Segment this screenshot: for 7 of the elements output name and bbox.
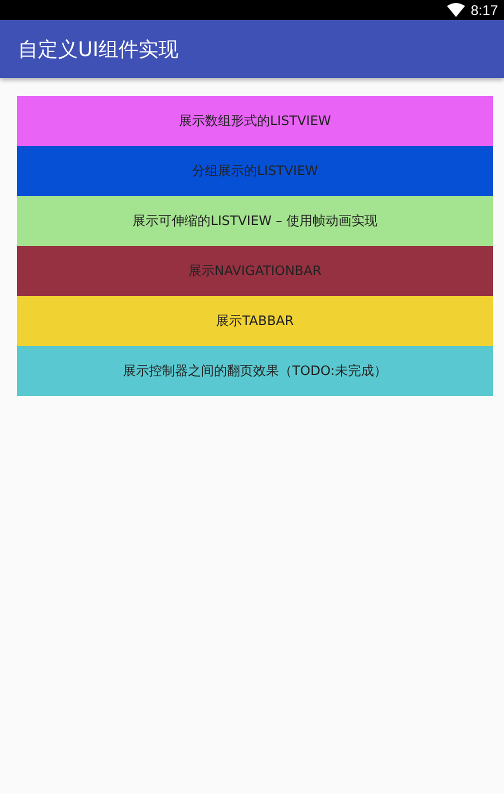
menu-button[interactable]: 展示控制器之间的翻页效果（TODO:未完成） <box>17 346 493 396</box>
clock: 8:17 <box>470 2 498 18</box>
wifi-icon <box>446 3 465 17</box>
menu-button[interactable]: 展示可伸缩的LISTVIEW – 使用帧动画实现 <box>17 196 493 246</box>
menu-button[interactable]: 展示数组形式的LISTVIEW <box>17 96 493 146</box>
app-title: 自定义UI组件实现 <box>18 36 179 62</box>
menu-button[interactable]: 展示TABBAR <box>17 296 493 346</box>
